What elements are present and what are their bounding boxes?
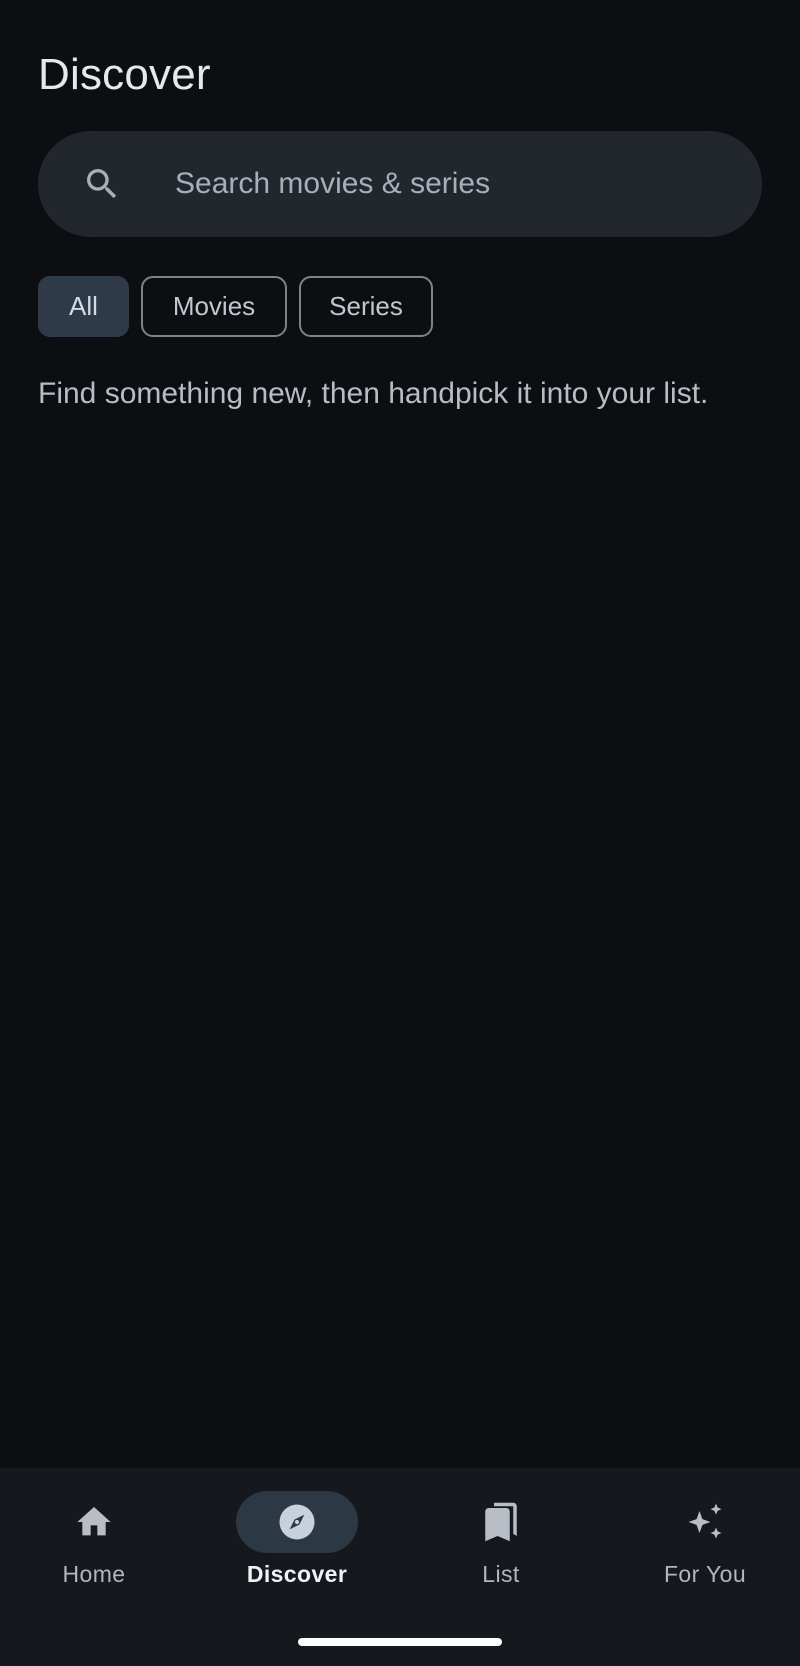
nav-item-for-you-indicator — [644, 1491, 766, 1553]
compass-icon — [279, 1504, 315, 1540]
search-icon — [87, 169, 117, 199]
home-icon — [77, 1507, 111, 1536]
search-input[interactable] — [175, 131, 735, 237]
page-title: Discover — [38, 50, 211, 99]
nav-item-discover[interactable]: Discover — [197, 1468, 397, 1618]
discover-screen: Discover All Movies Series Find somethin… — [0, 0, 800, 1666]
nav-item-home-indicator — [33, 1491, 155, 1553]
search-bar[interactable] — [38, 131, 762, 237]
filter-chip-all[interactable]: All — [38, 276, 129, 337]
nav-item-list-label: List — [482, 1561, 520, 1587]
nav-item-for-you-label: For You — [663, 1561, 747, 1587]
filter-chip-series[interactable]: Series — [299, 276, 433, 337]
bottom-navigation: Home Discover List For You — [0, 1468, 800, 1666]
bookmarks-icon — [485, 1502, 517, 1542]
nav-item-home-label: Home — [62, 1561, 126, 1587]
filter-chips: All Movies Series — [38, 276, 433, 337]
home-indicator-bar[interactable] — [298, 1638, 502, 1646]
filter-chip-movies[interactable]: Movies — [141, 276, 287, 337]
nav-item-for-you[interactable]: For You — [605, 1468, 800, 1618]
sparkle-icon — [688, 1503, 722, 1539]
nav-item-discover-label: Discover — [246, 1561, 348, 1587]
empty-state-hint: Find something new, then handpick it int… — [38, 377, 709, 410]
nav-item-list-indicator — [440, 1491, 562, 1553]
nav-item-discover-indicator — [236, 1491, 358, 1553]
nav-item-home[interactable]: Home — [0, 1468, 194, 1618]
nav-item-list[interactable]: List — [401, 1468, 601, 1618]
